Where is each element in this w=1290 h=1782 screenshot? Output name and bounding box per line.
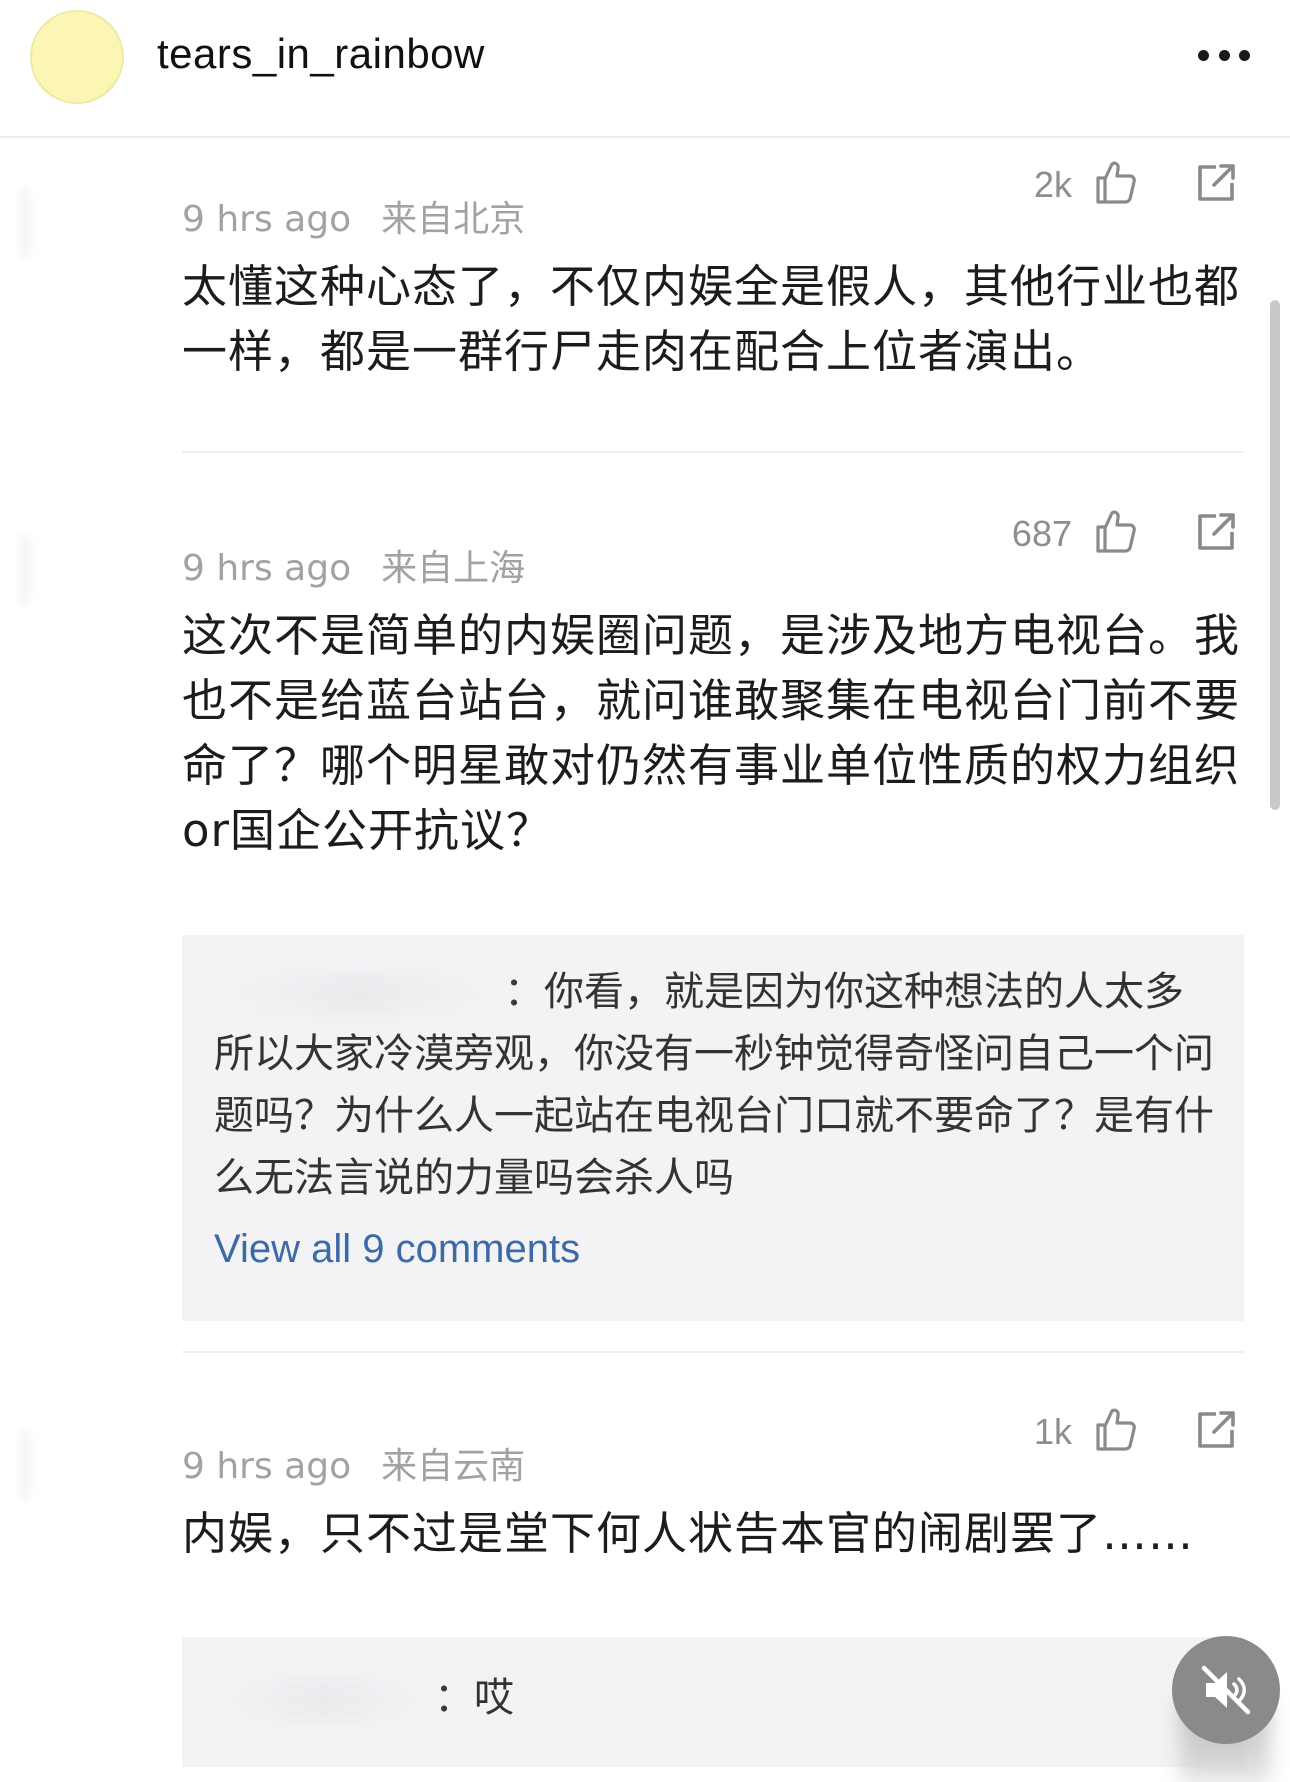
like-count: 1k — [1033, 1411, 1072, 1452]
comment-meta: 9 hrs ago 来自上海 — [182, 539, 525, 591]
redacted-username — [214, 1680, 434, 1720]
share-icon[interactable] — [1194, 1408, 1238, 1452]
comment-text: 太懂这种心态了，不仅内娱全是假人，其他行业也都一样，都是一群行尸走肉在配合上位者… — [182, 260, 1241, 378]
divider — [182, 451, 1244, 453]
divider — [182, 1351, 1244, 1353]
post-header: tears_in_rainbow — [0, 0, 1290, 138]
share-icon[interactable] — [1194, 510, 1238, 554]
like-count: 687 — [1011, 513, 1072, 554]
thumbs-up-icon[interactable] — [1090, 1405, 1138, 1453]
reply-text: ：你看，就是因为你这种想法的人太多所以大家冷漠旁观，你没有一秒钟觉得奇怪问自己一… — [214, 969, 1214, 1201]
thumbs-up-icon[interactable] — [1090, 158, 1138, 206]
volume-mute-icon[interactable] — [1172, 1636, 1280, 1744]
reply-preview[interactable]: ：你看，就是因为你这种想法的人太多所以大家冷漠旁观，你没有一秒钟觉得奇怪问自己一… — [182, 935, 1244, 1321]
location: 来自云南 — [381, 1446, 526, 1487]
username[interactable]: tears_in_rainbow — [157, 30, 485, 78]
share-icon[interactable] — [1194, 161, 1238, 205]
scrollbar[interactable] — [1270, 300, 1280, 810]
thumbs-up-icon[interactable] — [1090, 507, 1138, 555]
view-all-comments-link[interactable]: View all 9 comments — [214, 1227, 580, 1272]
timestamp: 9 hrs ago — [182, 548, 352, 589]
location: 来自北京 — [381, 199, 526, 240]
comment-text: 这次不是简单的内娱圈问题，是涉及地方电视台。我也不是给蓝台站台，就问谁敢聚集在电… — [182, 609, 1241, 857]
reply-text: ：哎 — [214, 1667, 1214, 1729]
comment-text: 内娱，只不过是堂下何人状告本官的闹剧罢了…… — [182, 1507, 1195, 1560]
redacted-username — [214, 974, 504, 1014]
location: 来自上海 — [381, 548, 526, 589]
comment-meta: 9 hrs ago 来自云南 — [182, 1437, 525, 1489]
timestamp: 9 hrs ago — [182, 1446, 352, 1487]
avatar[interactable] — [30, 10, 124, 104]
like-count: 2k — [1033, 164, 1072, 205]
timestamp: 9 hrs ago — [182, 199, 352, 240]
reply-preview[interactable]: ：哎 — [182, 1637, 1244, 1767]
more-horizontal-icon[interactable] — [1198, 50, 1250, 66]
comment-meta: 9 hrs ago 来自北京 — [182, 190, 525, 242]
